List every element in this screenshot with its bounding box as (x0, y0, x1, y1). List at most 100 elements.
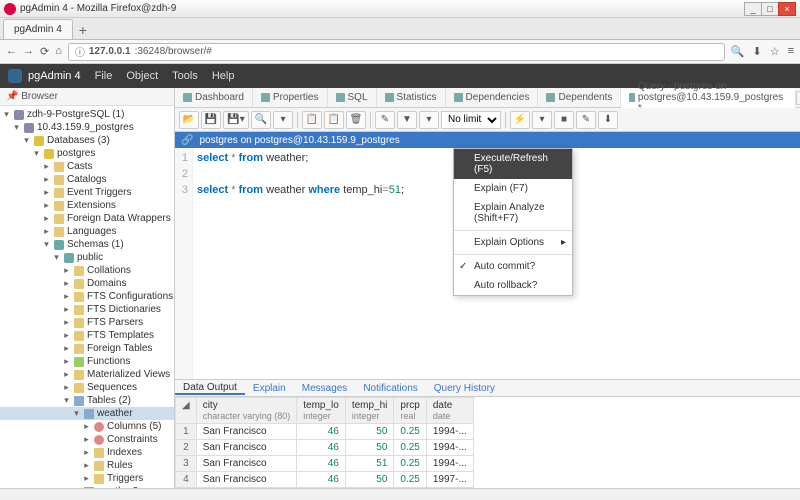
table-row[interactable]: 4San Francisco46500.251997-... (176, 472, 474, 488)
outtab-messages[interactable]: Messages (294, 383, 356, 394)
bookmark-icon[interactable]: ☆ (770, 45, 780, 58)
tab-statistics[interactable]: Statistics (377, 88, 446, 107)
tree-rules[interactable]: ▸Rules (0, 459, 174, 472)
tree-fdw[interactable]: ▸Foreign Data Wrappers (0, 212, 174, 225)
tree-event-triggers[interactable]: ▸Event Triggers (0, 186, 174, 199)
sql-editor[interactable]: 123 select * from weather; select * from… (175, 148, 800, 379)
tab-sql[interactable]: SQL (328, 88, 377, 107)
results-grid[interactable]: ◢ citycharacter varying (80) temp_lointe… (175, 397, 800, 488)
tree-server-group[interactable]: ▾zdh-9-PostgreSQL (1) (0, 108, 174, 121)
delete-button[interactable]: 🗑 (346, 111, 366, 129)
download-button[interactable]: ⬇ (598, 111, 618, 129)
back-button[interactable]: ← (6, 45, 17, 58)
maximize-button[interactable]: □ (761, 2, 779, 16)
save-dropdown[interactable]: 💾▾ (223, 111, 249, 129)
col-date[interactable]: datedate (426, 398, 473, 424)
tree-triggers[interactable]: ▸Triggers (0, 472, 174, 485)
col-prcp[interactable]: prcpreal (394, 398, 426, 424)
table-row[interactable]: 1San Francisco46500.251994-... (176, 424, 474, 440)
limit-select[interactable]: No limit (441, 111, 501, 129)
stop-button[interactable]: ■ (554, 111, 574, 129)
menu-auto-rollback[interactable]: Auto rollback? (454, 276, 572, 295)
menu-file[interactable]: File (95, 70, 113, 82)
forward-button[interactable]: → (23, 45, 34, 58)
tree-extensions[interactable]: ▸Extensions (0, 199, 174, 212)
explain-button[interactable]: ✎ (576, 111, 596, 129)
pin-icon[interactable]: 📌 (6, 91, 18, 102)
search-icon[interactable]: 🔍 (731, 45, 745, 58)
tree-fts-conf[interactable]: ▸FTS Configurations (0, 290, 174, 303)
tree-tables[interactable]: ▾Tables (2) (0, 394, 174, 407)
minimize-button[interactable]: _ (744, 2, 762, 16)
menu-help[interactable]: Help (212, 70, 235, 82)
tree-indexes[interactable]: ▸Indexes (0, 446, 174, 459)
reload-button[interactable]: ⟳ (40, 45, 49, 58)
tab-properties[interactable]: Properties (253, 88, 328, 107)
col-temp-lo[interactable]: temp_lointeger (297, 398, 346, 424)
tree-public[interactable]: ▾public (0, 251, 174, 264)
tree-table-weather[interactable]: ▾weather (0, 407, 174, 420)
tab-dashboard[interactable]: Dashboard (175, 88, 253, 107)
info-icon: ⓘ (75, 44, 85, 59)
home-button[interactable]: ⌂ (55, 45, 62, 58)
connection-bar[interactable]: 🔗 postgres on postgres@10.43.159.9_postg… (175, 132, 800, 148)
paste-button[interactable]: 📋 (324, 111, 344, 129)
menu-explain-options[interactable]: Explain Options (454, 233, 572, 252)
execute-button[interactable]: ⚡ (510, 111, 530, 129)
filter-button[interactable]: ▼ (397, 111, 417, 129)
col-city[interactable]: citycharacter varying (80) (196, 398, 297, 424)
col-temp-hi[interactable]: temp_hiinteger (345, 398, 394, 424)
tree-casts[interactable]: ▸Casts (0, 160, 174, 173)
tree-table-weather2[interactable]: ▸weather2 (0, 485, 174, 488)
tab-dependencies[interactable]: Dependencies (446, 88, 539, 107)
tree-columns[interactable]: ▸Columns (5) (0, 420, 174, 433)
tree-databases[interactable]: ▾Databases (3) (0, 134, 174, 147)
browser-tab[interactable]: pgAdmin 4 (3, 19, 73, 39)
filter-dropdown[interactable]: ▾ (419, 111, 439, 129)
save-button[interactable]: 💾 (201, 111, 221, 129)
menu-explain[interactable]: Explain (F7) (454, 179, 572, 198)
outtab-explain[interactable]: Explain (245, 383, 294, 394)
find-button[interactable]: 🔍 (251, 111, 271, 129)
menu-tools[interactable]: Tools (172, 70, 198, 82)
tree-schemas[interactable]: ▾Schemas (1) (0, 238, 174, 251)
tree-fts-templates[interactable]: ▸FTS Templates (0, 329, 174, 342)
tree-functions[interactable]: ▸Functions (0, 355, 174, 368)
edit-button[interactable]: ✎ (375, 111, 395, 129)
tree-sequences[interactable]: ▸Sequences (0, 381, 174, 394)
copy-button[interactable]: 📋 (302, 111, 322, 129)
tree-collations[interactable]: ▸Collations (0, 264, 174, 277)
tab-dependents[interactable]: Dependents (538, 88, 621, 107)
tab-close-button[interactable]: × (796, 91, 800, 105)
tree-fts-parsers[interactable]: ▸FTS Parsers (0, 316, 174, 329)
table-row[interactable]: 2San Francisco46500.251994-... (176, 440, 474, 456)
tree-foreign-tables[interactable]: ▸Foreign Tables (0, 342, 174, 355)
tab-query[interactable]: Query - postgres on postgres@10.43.159.9… (621, 89, 795, 108)
tree-fts-dict[interactable]: ▸FTS Dictionaries (0, 303, 174, 316)
tree-constraints[interactable]: ▸Constraints (0, 433, 174, 446)
outtab-data[interactable]: Data Output (175, 382, 245, 395)
close-button[interactable]: × (778, 2, 796, 16)
tree-domains[interactable]: ▸Domains (0, 277, 174, 290)
main-tabs: Dashboard Properties SQL Statistics Depe… (175, 88, 800, 108)
menu-auto-commit[interactable]: Auto commit? (454, 257, 572, 276)
tree-catalogs[interactable]: ▸Catalogs (0, 173, 174, 186)
download-icon[interactable]: ⬇ (752, 45, 761, 58)
execute-dropdown[interactable]: ▾ (532, 111, 552, 129)
tree-db-postgres[interactable]: ▾postgres (0, 147, 174, 160)
outtab-history[interactable]: Query History (426, 383, 503, 394)
open-button[interactable]: 📂 (179, 111, 199, 129)
tree-languages[interactable]: ▸Languages (0, 225, 174, 238)
outtab-notifications[interactable]: Notifications (355, 383, 425, 394)
address-bar[interactable]: ⓘ 127.0.0.1:36248/browser/# (68, 43, 725, 61)
tree-server[interactable]: ▾10.43.159.9_postgres (0, 121, 174, 134)
menu-object[interactable]: Object (126, 70, 158, 82)
new-tab-button[interactable]: + (73, 21, 93, 39)
menu-execute-refresh[interactable]: Execute/Refresh (F5) (454, 149, 572, 179)
object-tree[interactable]: ▾zdh-9-PostgreSQL (1) ▾10.43.159.9_postg… (0, 106, 174, 488)
menu-icon[interactable]: ≡ (788, 45, 794, 58)
table-row[interactable]: 3San Francisco46510.251994-... (176, 456, 474, 472)
find-dropdown[interactable]: ▾ (273, 111, 293, 129)
tree-mat-views[interactable]: ▸Materialized Views (0, 368, 174, 381)
menu-explain-analyze[interactable]: Explain Analyze (Shift+F7) (454, 198, 572, 228)
